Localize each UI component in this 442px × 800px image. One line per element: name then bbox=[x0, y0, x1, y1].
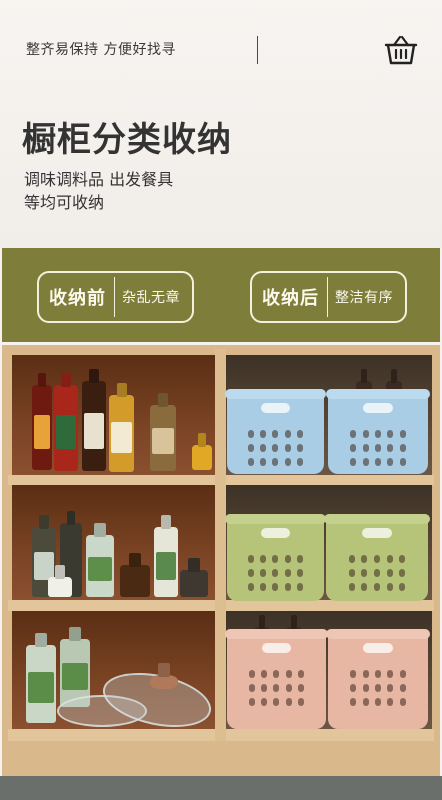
before-label: 收纳前 bbox=[49, 288, 106, 309]
after-badge: 收纳后 整洁有序 bbox=[250, 271, 407, 323]
description: 调味调料品 出发餐具 等均可收纳 bbox=[24, 168, 173, 214]
bottle bbox=[120, 565, 150, 597]
before-badge: 收纳前 杂乱无章 bbox=[37, 271, 194, 323]
floor bbox=[0, 776, 442, 800]
after-description: 整洁有序 bbox=[335, 290, 393, 306]
oil-bottle bbox=[82, 381, 106, 471]
spice-jar bbox=[192, 445, 212, 470]
storage-bin-green bbox=[324, 514, 430, 601]
storage-bin-pink bbox=[326, 629, 430, 729]
sauce-bottle bbox=[32, 385, 52, 470]
spice-jar bbox=[180, 570, 208, 597]
page-title: 橱柜分类收纳 bbox=[22, 120, 232, 160]
storage-bin-green bbox=[225, 514, 326, 601]
bottle bbox=[154, 527, 178, 597]
lid-knob bbox=[150, 675, 178, 689]
header-section: 整齐易保持 方便好找寻 橱柜分类收纳 调味调料品 出发餐具 等均可收纳 bbox=[0, 0, 442, 248]
before-description: 杂乱无章 bbox=[122, 290, 180, 306]
header-divider bbox=[257, 36, 258, 64]
storage-bin-blue bbox=[326, 389, 430, 474]
cabinet-photo bbox=[2, 345, 440, 777]
storage-bin-blue bbox=[225, 389, 326, 474]
storage-bin-pink bbox=[225, 629, 328, 729]
description-line-1: 调味调料品 出发餐具 bbox=[24, 170, 174, 189]
bottle bbox=[26, 645, 56, 723]
sauce-bottle bbox=[54, 385, 78, 471]
bottle bbox=[48, 577, 72, 597]
description-line-2: 等均可收纳 bbox=[24, 193, 105, 212]
shopping-basket-icon[interactable] bbox=[383, 34, 419, 66]
after-label: 收纳后 bbox=[262, 288, 319, 309]
center-post bbox=[215, 349, 226, 741]
bottle bbox=[86, 535, 114, 597]
tagline: 整齐易保持 方便好找寻 bbox=[26, 42, 176, 58]
spice-jar bbox=[150, 405, 176, 471]
oil-bottle bbox=[109, 395, 134, 472]
